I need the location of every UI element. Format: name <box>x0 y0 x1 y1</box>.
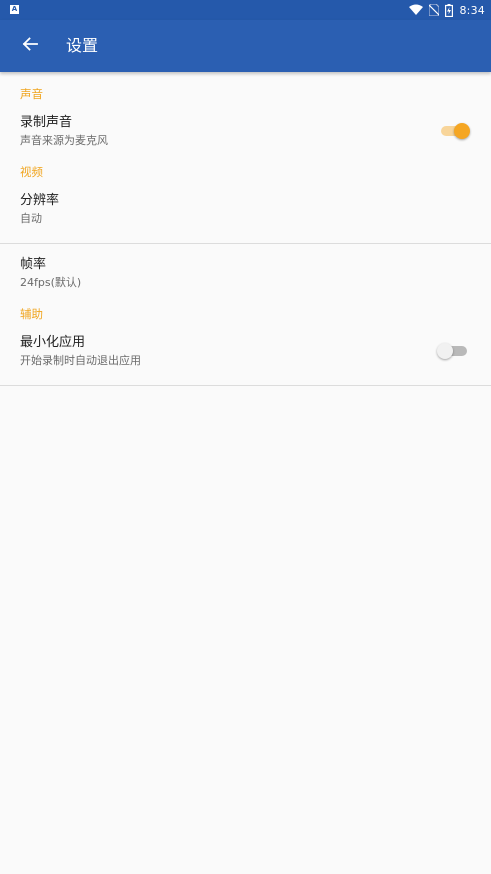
pref-summary: 开始录制时自动退出应用 <box>20 354 141 367</box>
pref-title: 最小化应用 <box>20 335 86 350</box>
pref-title: 录制声音 <box>20 115 73 130</box>
divider <box>0 385 491 386</box>
settings-list: 声音 录制声音 声音来源为麦克风 视频 分辨率 自动 帧率 24fps(默认) … <box>0 72 491 386</box>
notification-icon: A <box>10 5 19 14</box>
pref-frame-rate[interactable]: 帧率 24fps(默认) <box>0 246 491 298</box>
pref-minimize-app[interactable]: 最小化应用 开始录制时自动退出应用 <box>0 324 491 376</box>
section-header-sound: 声音 <box>20 87 43 101</box>
record-audio-toggle[interactable] <box>439 123 470 139</box>
page-title: 设置 <box>66 36 99 55</box>
status-icons: 8:34 <box>409 0 485 20</box>
status-time: 8:34 <box>459 3 485 17</box>
app-bar: 设置 <box>0 20 491 72</box>
toggle-thumb <box>454 123 470 139</box>
pref-resolution[interactable]: 分辨率 自动 <box>0 182 491 234</box>
toggle-thumb <box>437 343 453 359</box>
arrow-back-icon <box>22 36 38 56</box>
pref-summary: 24fps(默认) <box>20 276 82 289</box>
divider <box>0 243 491 244</box>
status-bar: A 8:34 <box>0 0 491 20</box>
no-sim-icon <box>429 4 440 16</box>
back-button[interactable] <box>18 34 42 58</box>
minimize-app-toggle[interactable] <box>437 343 469 359</box>
pref-summary: 声音来源为麦克风 <box>20 134 108 147</box>
pref-title: 帧率 <box>20 257 47 272</box>
battery-charging-icon <box>445 3 454 17</box>
section-header-video: 视频 <box>20 165 43 179</box>
pref-record-audio[interactable]: 录制声音 声音来源为麦克风 <box>0 104 491 156</box>
section-header-assist: 辅助 <box>20 307 43 321</box>
pref-title: 分辨率 <box>20 193 60 208</box>
pref-summary: 自动 <box>20 212 42 225</box>
wifi-icon <box>409 4 424 16</box>
